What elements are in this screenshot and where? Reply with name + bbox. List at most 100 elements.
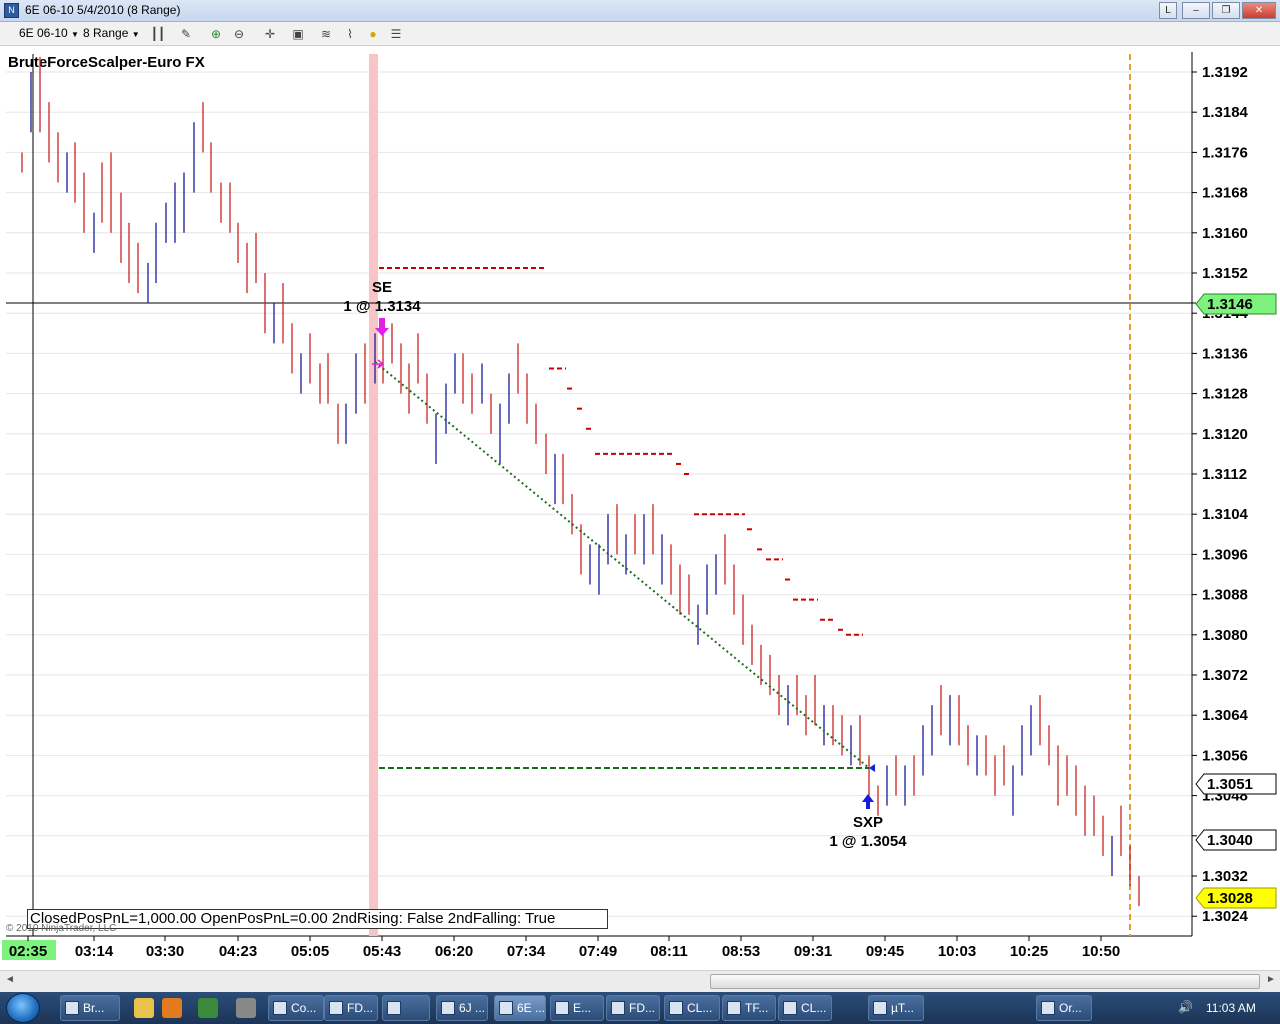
window-icon bbox=[329, 1001, 343, 1015]
window-titlebar: N 6E 06-10 5/4/2010 (8 Range) L – ❐ ✕ bbox=[0, 0, 1280, 22]
trade-connector-line bbox=[374, 361, 870, 769]
y-tick-label: 1.3192 bbox=[1202, 64, 1248, 81]
window-icon bbox=[555, 1001, 569, 1015]
taskbar-button[interactable]: Br... bbox=[60, 995, 120, 1021]
window-icon bbox=[873, 1001, 887, 1015]
copyright-text: © 2010 NinjaTrader, LLC bbox=[6, 923, 117, 934]
folder-icon[interactable] bbox=[134, 998, 154, 1018]
instrument-selector[interactable]: 6E 06-10 ▼ bbox=[19, 26, 79, 40]
y-tick-label: 1.3128 bbox=[1202, 386, 1248, 403]
scrollbar-thumb[interactable] bbox=[710, 974, 1260, 989]
x-tick-label: 05:05 bbox=[291, 943, 329, 960]
x-tick-label: 05:43 bbox=[363, 943, 401, 960]
exit-signal-label: SXP bbox=[853, 814, 883, 831]
taskbar-button[interactable]: 6E ... bbox=[494, 995, 546, 1021]
printer-icon[interactable] bbox=[236, 998, 256, 1018]
price-chart[interactable]: 1.3192 1.3184 1.3176 1.3168 1.3160 1.3152 1.31… bbox=[0, 46, 1280, 970]
y-tick-label: 1.3064 bbox=[1202, 707, 1249, 724]
x-tick-label: 07:49 bbox=[579, 943, 617, 960]
media-icon[interactable] bbox=[162, 998, 182, 1018]
order-entry-icon[interactable]: ● bbox=[365, 26, 381, 42]
chevron-down-icon: ▼ bbox=[131, 30, 140, 39]
taskbar-button[interactable]: FD... bbox=[324, 995, 378, 1021]
taskbar-button[interactable]: TF... bbox=[722, 995, 776, 1021]
taskbar-button-label: 6E ... bbox=[517, 1001, 546, 1015]
y-tick-label: 1.3032 bbox=[1202, 868, 1248, 885]
restore-button[interactable]: ❐ bbox=[1212, 2, 1240, 19]
ninjatrader-app-icon: N bbox=[4, 3, 19, 18]
scroll-right-icon[interactable]: ► bbox=[1266, 974, 1276, 985]
crosshair-icon[interactable]: ✛ bbox=[262, 26, 278, 42]
bar-style-icon[interactable]: ┃┃ bbox=[150, 26, 166, 42]
taskbar-button-label: Br... bbox=[83, 1001, 105, 1015]
indicator-icon[interactable]: ⌇ bbox=[342, 26, 358, 42]
taskbar-button[interactable] bbox=[382, 995, 430, 1021]
x-tick-label: 08:11 bbox=[650, 943, 688, 960]
period-selector[interactable]: 8 Range ▼ bbox=[83, 26, 140, 40]
drawing-tool-icon[interactable]: ✎ bbox=[178, 26, 194, 42]
window-icon bbox=[65, 1001, 79, 1015]
window-icon bbox=[387, 1001, 401, 1015]
taskbar-button[interactable]: 6J ... bbox=[436, 995, 488, 1021]
buy-exit-arrow-icon bbox=[862, 794, 874, 809]
taskbar-button[interactable]: Co... bbox=[268, 995, 324, 1021]
taskbar-button-label: FD... bbox=[629, 1001, 655, 1015]
app-icon[interactable] bbox=[198, 998, 218, 1018]
y-tick-label: 1.3168 bbox=[1202, 185, 1248, 202]
taskbar-button-label: FD... bbox=[347, 1001, 373, 1015]
data-box-icon[interactable]: ☰ bbox=[388, 26, 404, 42]
taskbar-button[interactable]: µT... bbox=[868, 995, 924, 1021]
taskbar-button-label: Or... bbox=[1059, 1001, 1082, 1015]
system-tray: 🔊 11:03 AM bbox=[1100, 992, 1280, 1024]
y-tick-label: 1.3056 bbox=[1202, 747, 1248, 764]
x-tick-label: 09:45 bbox=[866, 943, 904, 960]
y-tick-label: 1.3088 bbox=[1202, 587, 1248, 604]
zoom-in-icon[interactable]: ⊕ bbox=[208, 26, 224, 42]
x-tick-label: 03:14 bbox=[75, 943, 114, 960]
y-tick-label: 1.3176 bbox=[1202, 144, 1248, 161]
taskbar-button[interactable]: CL... bbox=[778, 995, 832, 1021]
close-button[interactable]: ✕ bbox=[1242, 2, 1276, 19]
taskbar-button[interactable]: Or... bbox=[1036, 995, 1092, 1021]
x-tick-label: 02:35 bbox=[9, 943, 47, 960]
clock[interactable]: 11:03 AM bbox=[1206, 1001, 1256, 1015]
entry-bar-highlight bbox=[369, 54, 378, 936]
chevron-down-icon: ▼ bbox=[71, 30, 79, 39]
properties-icon[interactable]: ▣ bbox=[290, 26, 306, 42]
window-icon bbox=[441, 1001, 455, 1015]
chart-scrollbar[interactable]: ◄ ► bbox=[0, 970, 1280, 992]
window-icon bbox=[499, 1001, 513, 1015]
volume-icon[interactable]: 🔊 bbox=[1178, 1000, 1193, 1014]
price-level-flag-label: 1.3040 bbox=[1207, 832, 1253, 849]
period-label: 8 Range bbox=[83, 26, 129, 40]
x-tick-label: 10:50 bbox=[1082, 943, 1120, 960]
y-tick-label: 1.3184 bbox=[1202, 104, 1249, 121]
y-tick-label: 1.3080 bbox=[1202, 627, 1248, 644]
entry-signal-label: SE bbox=[372, 279, 392, 296]
start-button[interactable] bbox=[6, 993, 40, 1023]
zoom-out-icon[interactable]: ⊖ bbox=[231, 26, 247, 42]
minimize-button[interactable]: – bbox=[1182, 2, 1210, 19]
taskbar-button[interactable]: FD... bbox=[606, 995, 660, 1021]
chart-canvas[interactable]: 1.3192 1.3184 1.3176 1.3168 1.3160 1.3152 1.31… bbox=[0, 46, 1280, 970]
taskbar-button-label: Co... bbox=[291, 1001, 317, 1015]
chart-toolbar: 6E 06-10 ▼ 8 Range ▼ ┃┃ ✎ ⊕ ⊖ ✛ ▣ ≋ ⌇ ● … bbox=[0, 22, 1280, 46]
taskbar-button[interactable]: CL... bbox=[664, 995, 720, 1021]
window-icon bbox=[727, 1001, 741, 1015]
y-tick-label: 1.3096 bbox=[1202, 546, 1248, 563]
scroll-left-icon[interactable]: ◄ bbox=[5, 974, 15, 985]
x-tick-label: 04:23 bbox=[219, 943, 257, 960]
strategy-icon[interactable]: ≋ bbox=[318, 26, 334, 42]
y-tick-label: 1.3072 bbox=[1202, 667, 1248, 684]
y-tick-label: 1.3160 bbox=[1202, 225, 1248, 242]
taskbar-button-label: µT... bbox=[891, 1001, 914, 1015]
x-tick-label: 10:25 bbox=[1010, 943, 1048, 960]
link-button[interactable]: L bbox=[1159, 2, 1177, 19]
x-tick-label: 09:31 bbox=[794, 943, 832, 960]
exit-fill-icon bbox=[869, 764, 875, 772]
taskbar-button[interactable]: E... bbox=[550, 995, 604, 1021]
taskbar-button-label: E... bbox=[573, 1001, 592, 1015]
window-title: 6E 06-10 5/4/2010 (8 Range) bbox=[25, 3, 181, 17]
window-icon bbox=[783, 1001, 797, 1015]
taskbar-button-label: TF... bbox=[745, 1001, 769, 1015]
